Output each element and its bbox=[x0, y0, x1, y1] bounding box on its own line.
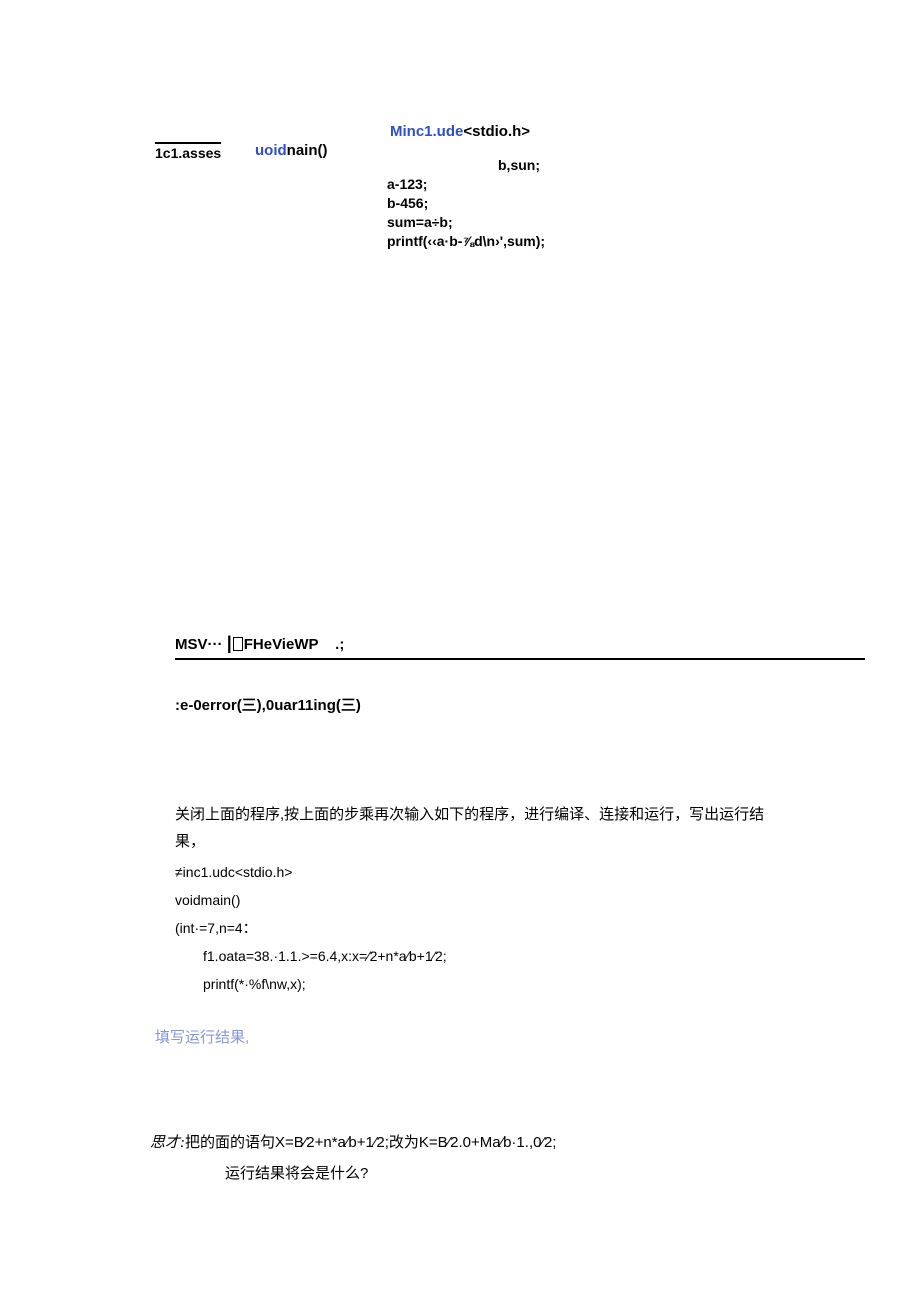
sikao-text: 把的面的语句X=B⁄2+n*a⁄b+1⁄2;改为K=B⁄2.0+Ma⁄b·1.,… bbox=[185, 1134, 556, 1151]
error-line: :e-0error(三),0uar11ing(三) bbox=[175, 694, 361, 715]
msv-dots: ··· bbox=[208, 636, 223, 653]
msv-header: MSV··· |FHeVieWP .; bbox=[175, 633, 865, 660]
sikao-label: 思才: bbox=[150, 1135, 185, 1151]
msv-prefix: MSV bbox=[175, 636, 208, 653]
fill-result-label: 填写运行结果, bbox=[155, 1026, 249, 1047]
void-kw: uoid bbox=[255, 142, 287, 159]
main-fn: nain() bbox=[287, 142, 328, 159]
code2-decl: (int·=7,n=4： bbox=[175, 914, 447, 942]
code2-include: ≠inc1.udc<stdio.h> bbox=[175, 858, 447, 886]
code-line-sum: sum=a÷b; bbox=[387, 213, 545, 232]
code-line-a: a-123; bbox=[387, 175, 545, 194]
include-kw: Minc1.ude bbox=[390, 123, 463, 140]
box-icon bbox=[233, 637, 243, 651]
code2-expr: f1.oata=38.·1.1.>=6.4,x:x=⁄2+n*a⁄b+1⁄2; bbox=[175, 942, 447, 970]
var-decl: b,sun; bbox=[498, 157, 540, 173]
last-question: 运行结果将会是什么? bbox=[225, 1162, 368, 1183]
code-block-2: ≠inc1.udc<stdio.h> voidmain() (int·=7,n=… bbox=[175, 858, 447, 998]
code-line-b: b-456; bbox=[387, 194, 545, 213]
msv-end: .; bbox=[335, 636, 344, 653]
instruction-para: 关闭上面的程序,按上面的步乘再次输入如下的程序，进行编译、连接和运行，写出运行结… bbox=[175, 801, 785, 855]
code2-main: voidmain() bbox=[175, 886, 447, 914]
code2-printf: printf(*·%f\nw,x); bbox=[175, 970, 306, 998]
include-arg: <stdio.h> bbox=[463, 123, 530, 140]
msv-right: FHeVieWP bbox=[244, 636, 319, 653]
classes-label: 1c1.asses bbox=[155, 142, 221, 161]
code-line-printf: printf(‹‹a·b-⅞d\n›',sum); bbox=[387, 232, 545, 251]
sikaoline: 思才:把的面的语句X=B⁄2+n*a⁄b+1⁄2;改为K=B⁄2.0+Ma⁄b·… bbox=[150, 1131, 556, 1152]
